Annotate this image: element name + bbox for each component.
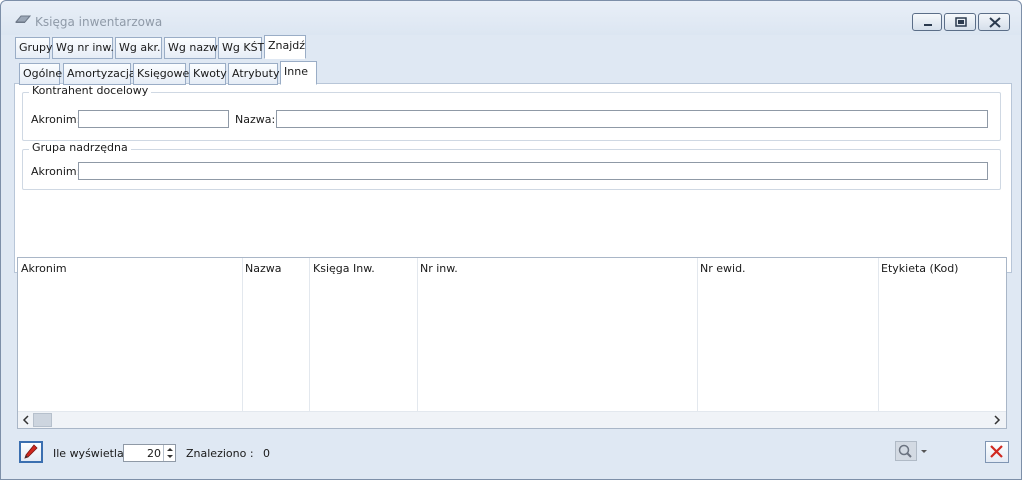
grupa-akronim-label: Akronim: bbox=[31, 165, 81, 178]
tab-grupy[interactable]: Grupy bbox=[15, 37, 53, 59]
dropdown-arrow-icon[interactable] bbox=[920, 449, 928, 455]
column-header[interactable]: Nr inw. bbox=[420, 262, 458, 275]
znaleziono-value: 0 bbox=[263, 447, 270, 460]
group-grupa-nadrzedna: Grupa nadrzędna Akronim: bbox=[22, 141, 1001, 190]
subtab-atrybuty[interactable]: Atrybuty bbox=[228, 63, 279, 85]
maximize-button[interactable] bbox=[944, 13, 976, 31]
column-divider bbox=[242, 258, 243, 412]
group-title-grupa: Grupa nadrzędna bbox=[29, 141, 131, 154]
kontrahent-akronim-input[interactable] bbox=[78, 110, 229, 128]
close-form-button[interactable] bbox=[985, 441, 1009, 463]
tab-wg-akr[interactable]: Wg akr. bbox=[115, 37, 162, 59]
ile-wyswietlac-value: 20 bbox=[147, 447, 161, 460]
nazwa-label: Nazwa: bbox=[235, 113, 276, 126]
tab-znajdz[interactable]: Znajdź bbox=[264, 35, 306, 59]
close-icon bbox=[989, 17, 1001, 28]
scroll-right-icon[interactable] bbox=[991, 414, 1003, 426]
close-window-button[interactable] bbox=[978, 13, 1010, 31]
column-divider bbox=[697, 258, 698, 412]
stepper-arrows[interactable] bbox=[163, 445, 175, 461]
column-divider bbox=[309, 258, 310, 412]
column-divider bbox=[878, 258, 879, 412]
znaleziono-label: Znaleziono : bbox=[186, 447, 254, 460]
scroll-thumb[interactable] bbox=[33, 413, 52, 427]
subtab-ogolne[interactable]: Ogólne bbox=[19, 63, 62, 85]
edit-button[interactable] bbox=[19, 441, 43, 463]
maximize-icon bbox=[955, 17, 967, 27]
search-button[interactable] bbox=[895, 441, 917, 461]
column-header[interactable]: Księga Inw. bbox=[313, 262, 375, 275]
tab-wg-nazw[interactable]: Wg nazw bbox=[164, 37, 218, 59]
horizontal-scrollbar[interactable] bbox=[18, 411, 1006, 428]
column-header[interactable]: Akronim bbox=[21, 262, 67, 275]
subtab-kwoty[interactable]: Kwoty bbox=[189, 63, 227, 85]
client-area: Grupy Wg nr inw. Wg akr. Wg nazw Wg KŚT … bbox=[9, 35, 1013, 472]
kontrahent-nazwa-input[interactable] bbox=[276, 110, 988, 128]
akronim-label: Akronim: bbox=[31, 113, 81, 126]
column-header[interactable]: Etykieta (Kod) bbox=[881, 262, 958, 275]
results-grid: Akronim Nazwa Księga Inw. Nr inw. Nr ewi… bbox=[17, 257, 1007, 429]
subtab-ksiegowe[interactable]: Księgowe bbox=[133, 63, 189, 85]
pencil-icon bbox=[24, 444, 38, 459]
column-divider bbox=[417, 258, 418, 412]
grupa-akronim-input[interactable] bbox=[78, 162, 988, 180]
subtab-amortyzacja[interactable]: Amortyzacja bbox=[63, 63, 136, 85]
minimize-button[interactable] bbox=[912, 13, 942, 31]
subtab-inne[interactable]: Inne bbox=[280, 61, 317, 85]
minimize-icon bbox=[924, 24, 932, 26]
book-icon bbox=[15, 15, 31, 23]
titlebar: Księga inwentarzowa bbox=[1, 1, 1021, 35]
column-header[interactable]: Nazwa bbox=[245, 262, 281, 275]
group-title-kontrahent: Kontrahent docelowy bbox=[29, 84, 152, 97]
ile-wyswietlac-stepper[interactable]: 20 bbox=[123, 444, 176, 462]
tab-wg-kst[interactable]: Wg KŚT bbox=[218, 37, 264, 59]
tab-panel-inne: Kontrahent docelowy Akronim: Nazwa: Grup… bbox=[14, 83, 1012, 273]
red-x-icon bbox=[990, 445, 1003, 458]
group-kontrahent-docelowy: Kontrahent docelowy Akronim: Nazwa: bbox=[22, 84, 1001, 141]
tab-wg-nr-inw[interactable]: Wg nr inw. bbox=[52, 37, 114, 59]
ile-wyswietlac-label: Ile wyświetlać: bbox=[53, 447, 134, 460]
stepper-up-down-icon bbox=[167, 448, 173, 458]
magnifier-icon bbox=[898, 444, 912, 458]
scroll-left-icon[interactable] bbox=[20, 414, 32, 426]
column-header[interactable]: Nr ewid. bbox=[700, 262, 746, 275]
window-title: Księga inwentarzowa bbox=[35, 15, 163, 29]
window: Księga inwentarzowa Grupy Wg nr inw. Wg … bbox=[0, 0, 1022, 480]
footer-toolbar: Ile wyświetlać: 20 Znaleziono : 0 bbox=[9, 433, 1013, 472]
